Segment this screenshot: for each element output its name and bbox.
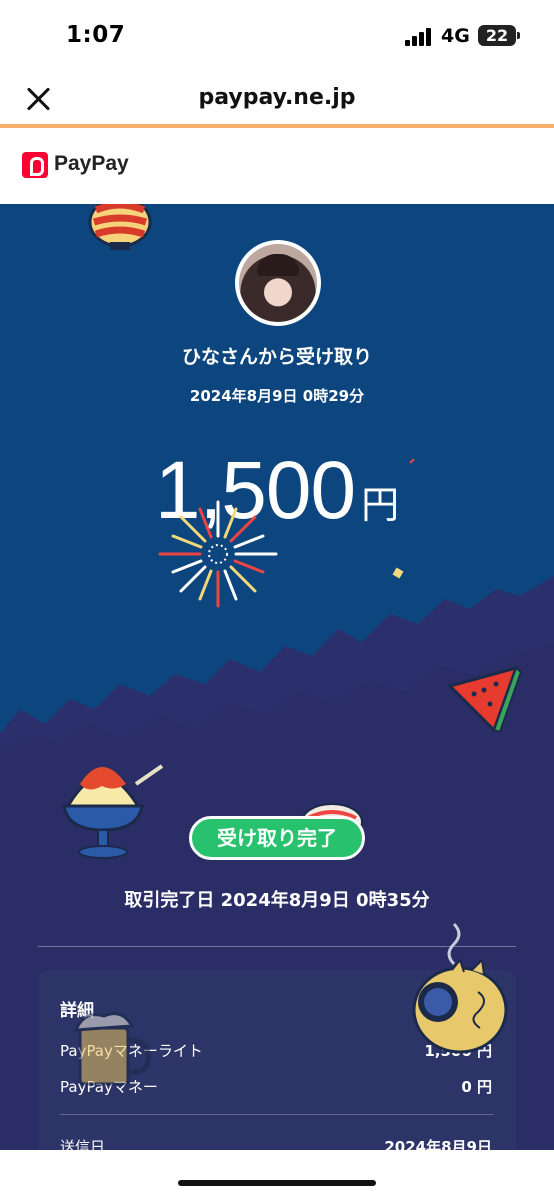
paypay-logo-text: PayPay — [54, 152, 129, 175]
card-divider — [60, 1114, 494, 1115]
status-bar: 1:07 4G 22 — [0, 0, 554, 70]
status-time: 1:07 — [66, 22, 126, 48]
browser-bar: paypay.ne.jp — [0, 70, 554, 128]
battery-icon: 22 — [478, 25, 520, 46]
completed-timestamp: 取引完了日 2024年8月9日 0時35分 — [124, 890, 430, 911]
watermelon-icon — [447, 665, 523, 734]
paypay-logo-icon — [22, 152, 48, 178]
url-label: paypay.ne.jp — [198, 85, 356, 110]
paypay-header: PayPay — [0, 132, 554, 204]
mosquito-coil-pig-icon — [412, 922, 508, 1054]
sent-timestamp: 2024年8月9日 0時29分 — [189, 387, 365, 405]
network-type: 4G — [441, 25, 470, 47]
sender-avatar — [235, 240, 321, 326]
receipt-hero: ひなさんから受け取り 2024年8月9日 0時29分 1,500 円 受け取り完… — [0, 204, 554, 1164]
detail-value-money: 0 円 — [461, 1078, 492, 1096]
home-indicator[interactable] — [178, 1180, 376, 1186]
beer-mug-icon — [73, 1012, 151, 1086]
shaved-ice-icon — [62, 764, 164, 859]
home-area — [0, 1150, 554, 1200]
sender-line: ひなさんから受け取り — [181, 346, 372, 368]
confetti-icon — [392, 459, 415, 579]
status-badge: 受け取り完了 — [189, 816, 365, 860]
battery-level: 22 — [485, 26, 509, 45]
signal-icon — [405, 28, 433, 46]
firework-icon — [158, 500, 278, 608]
lantern-icon — [88, 204, 152, 250]
